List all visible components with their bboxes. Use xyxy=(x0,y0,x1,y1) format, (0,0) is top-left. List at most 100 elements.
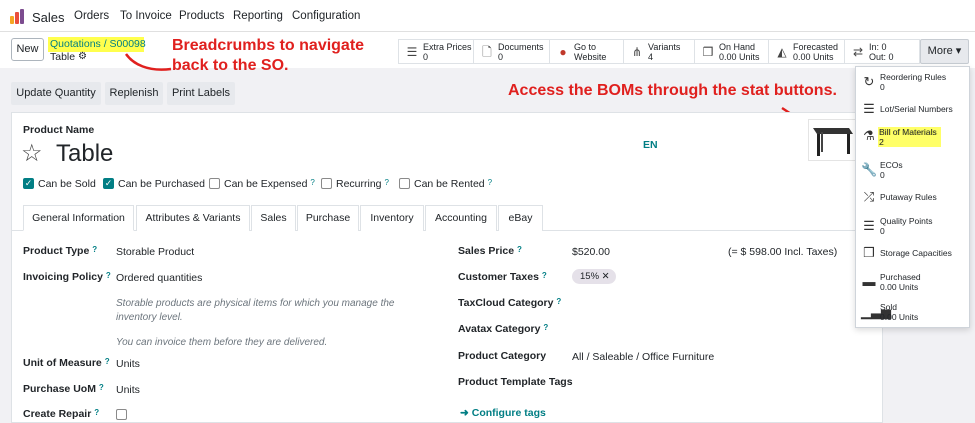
menu-reporting[interactable]: Reporting xyxy=(233,10,283,22)
create-repair-label: Create Repair ? xyxy=(23,408,99,420)
tab-ebay[interactable]: eBay xyxy=(498,205,543,231)
annotation-boms: Access the BOMs through the stat buttons… xyxy=(508,82,837,99)
create-repair-checkbox[interactable] xyxy=(116,409,127,420)
help-icon[interactable]: ? xyxy=(543,323,548,332)
stat-title: Go to xyxy=(574,42,597,52)
stat-value: 4 xyxy=(648,52,654,62)
configure-tags-link[interactable]: ➜ Configure tags xyxy=(460,407,546,419)
dropdown-item-title: Putaway Rules xyxy=(880,192,937,202)
help-icon[interactable]: ? xyxy=(94,408,99,417)
new-button[interactable]: New xyxy=(11,38,44,61)
stat-variants[interactable]: ⋔ Variants 4 xyxy=(624,39,695,64)
uom-field[interactable]: Units xyxy=(116,358,140,370)
help-icon[interactable]: ? xyxy=(517,245,522,254)
product-type-field[interactable]: Storable Product xyxy=(116,246,194,258)
invoicing-policy-field[interactable]: Ordered quantities xyxy=(116,272,202,284)
random-icon: ⤮ xyxy=(863,189,875,204)
tab-inventory[interactable]: Inventory xyxy=(360,205,424,231)
can-be-purchased-checkbox[interactable]: ✓ xyxy=(103,178,114,189)
stat-on-hand[interactable]: ❒ On Hand 0.00 Units xyxy=(695,39,769,64)
help-icon[interactable]: ? xyxy=(99,383,104,392)
configure-tags-text: Configure tags xyxy=(471,407,546,419)
can-be-rented-checkbox[interactable] xyxy=(399,178,410,189)
dropdown-lot-serial-numbers[interactable]: ☰ Lot/Serial Numbers xyxy=(856,101,971,123)
close-icon[interactable]: ✕ xyxy=(602,271,610,282)
stat-value: 0.00 Units xyxy=(719,52,760,62)
menu-configuration[interactable]: Configuration xyxy=(292,10,360,22)
dropdown-reordering-rules[interactable]: ↻ Reordering Rules 0 xyxy=(856,71,971,97)
star-icon[interactable]: ☆ xyxy=(21,139,43,168)
incl-taxes-text: (= $ 598.00 Incl. Taxes) xyxy=(728,246,838,258)
app-name[interactable]: Sales xyxy=(32,10,65,25)
language-button[interactable]: EN xyxy=(643,139,658,151)
stat-documents[interactable]: 🗋 Documents 0 xyxy=(474,39,550,64)
update-quantity-button[interactable]: Update Quantity xyxy=(11,82,101,105)
stat-forecasted[interactable]: ◭ Forecasted 0.00 Units xyxy=(769,39,845,64)
bom-highlight-text[interactable]: Bill of Materials 2 xyxy=(879,127,937,147)
reorder-icon: ↻ xyxy=(863,74,875,89)
form-sheet xyxy=(11,112,883,423)
recurring-checkbox[interactable] xyxy=(321,178,332,189)
can-be-sold-checkbox[interactable]: ✓ xyxy=(23,178,34,189)
document-icon: 🗋 xyxy=(482,45,492,59)
uom-label: Unit of Measure ? xyxy=(23,357,110,369)
help-icon[interactable]: ? xyxy=(92,245,97,254)
stat-value: Website xyxy=(574,52,607,62)
menu-products[interactable]: Products xyxy=(179,10,224,22)
tax-tag[interactable]: 15% ✕ xyxy=(572,269,616,284)
menu-orders[interactable]: Orders xyxy=(74,10,109,22)
sales-app-icon[interactable] xyxy=(10,9,26,24)
product-name-field[interactable]: Table xyxy=(56,140,113,168)
dropdown-ecos[interactable]: 🔧 ECOs 0 xyxy=(856,159,971,185)
breadcrumb[interactable]: Quotations / S00098 xyxy=(50,38,146,50)
purchase-uom-field[interactable]: Units xyxy=(116,384,140,396)
customer-taxes-label: Customer Taxes ? xyxy=(458,271,547,283)
help-icon[interactable]: ? xyxy=(542,271,547,280)
stat-title: In: 0 xyxy=(869,42,887,52)
dropdown-sold[interactable]: ▁▃▅ Sold 0.00 Units xyxy=(856,301,971,327)
cubes-icon: ❒ xyxy=(702,45,714,59)
stat-in-out[interactable]: ⇄ In: 0 Out: 0 xyxy=(845,39,920,64)
can-be-expensed-checkbox[interactable] xyxy=(209,178,220,189)
arrow-right-icon: ➜ xyxy=(460,407,469,419)
replenish-button[interactable]: Replenish xyxy=(105,82,163,105)
tab-sales[interactable]: Sales xyxy=(251,205,296,231)
stat-value: Out: 0 xyxy=(869,52,894,62)
help-icon[interactable]: ? xyxy=(488,178,492,187)
stat-value: 0.00 Units xyxy=(793,52,834,62)
help-icon[interactable]: ? xyxy=(556,297,561,306)
top-navbar: Sales Orders To Invoice Products Reporti… xyxy=(0,0,975,32)
dropdown-item-value: 0 xyxy=(880,170,885,180)
tab-attributes-variants[interactable]: Attributes & Variants xyxy=(136,205,250,231)
gear-icon[interactable]: ⚙ xyxy=(78,51,87,62)
cubes-icon: ❒ xyxy=(863,245,875,260)
product-type-label-text: Product Type xyxy=(23,245,90,257)
invoicing-policy-label: Invoicing Policy ? xyxy=(23,271,111,283)
dropdown-quality-points[interactable]: ☰ Quality Points 0 xyxy=(856,215,971,241)
tab-purchase[interactable]: Purchase xyxy=(297,205,359,231)
sitemap-icon: ⋔ xyxy=(631,45,643,59)
stat-title: Extra Prices xyxy=(423,42,472,52)
help-icon[interactable]: ? xyxy=(106,271,111,280)
help-icon[interactable]: ? xyxy=(105,357,110,366)
tax-tag-text: 15% xyxy=(580,271,600,282)
print-labels-button[interactable]: Print Labels xyxy=(167,82,235,105)
uom-label-text: Unit of Measure xyxy=(23,357,102,369)
stat-title: Documents xyxy=(498,42,544,52)
sales-price-field[interactable]: $520.00 xyxy=(572,246,610,258)
menu-to-invoice[interactable]: To Invoice xyxy=(120,10,172,22)
dropdown-purchased[interactable]: ▬ Purchased 0.00 Units xyxy=(856,271,971,297)
tab-general-information[interactable]: General Information xyxy=(23,205,134,231)
stat-extra-prices[interactable]: ☰ Extra Prices 0 xyxy=(398,39,474,64)
dropdown-storage-capacities[interactable]: ❒ Storage Capacities xyxy=(856,245,971,267)
dropdown-putaway-rules[interactable]: ⤮ Putaway Rules xyxy=(856,189,971,211)
list-icon: ☰ xyxy=(863,101,875,116)
annotation-breadcrumbs: Breadcrumbs to navigate back to the SO. xyxy=(172,36,364,76)
product-category-field[interactable]: All / Saleable / Office Furniture xyxy=(572,351,714,363)
product-image[interactable] xyxy=(808,119,856,161)
stat-go-to-website[interactable]: ● Go to Website xyxy=(550,39,624,64)
tab-accounting[interactable]: Accounting xyxy=(425,205,497,231)
help-icon[interactable]: ? xyxy=(384,178,388,187)
more-button[interactable]: More ▾ xyxy=(920,39,969,64)
help-icon[interactable]: ? xyxy=(310,178,314,187)
